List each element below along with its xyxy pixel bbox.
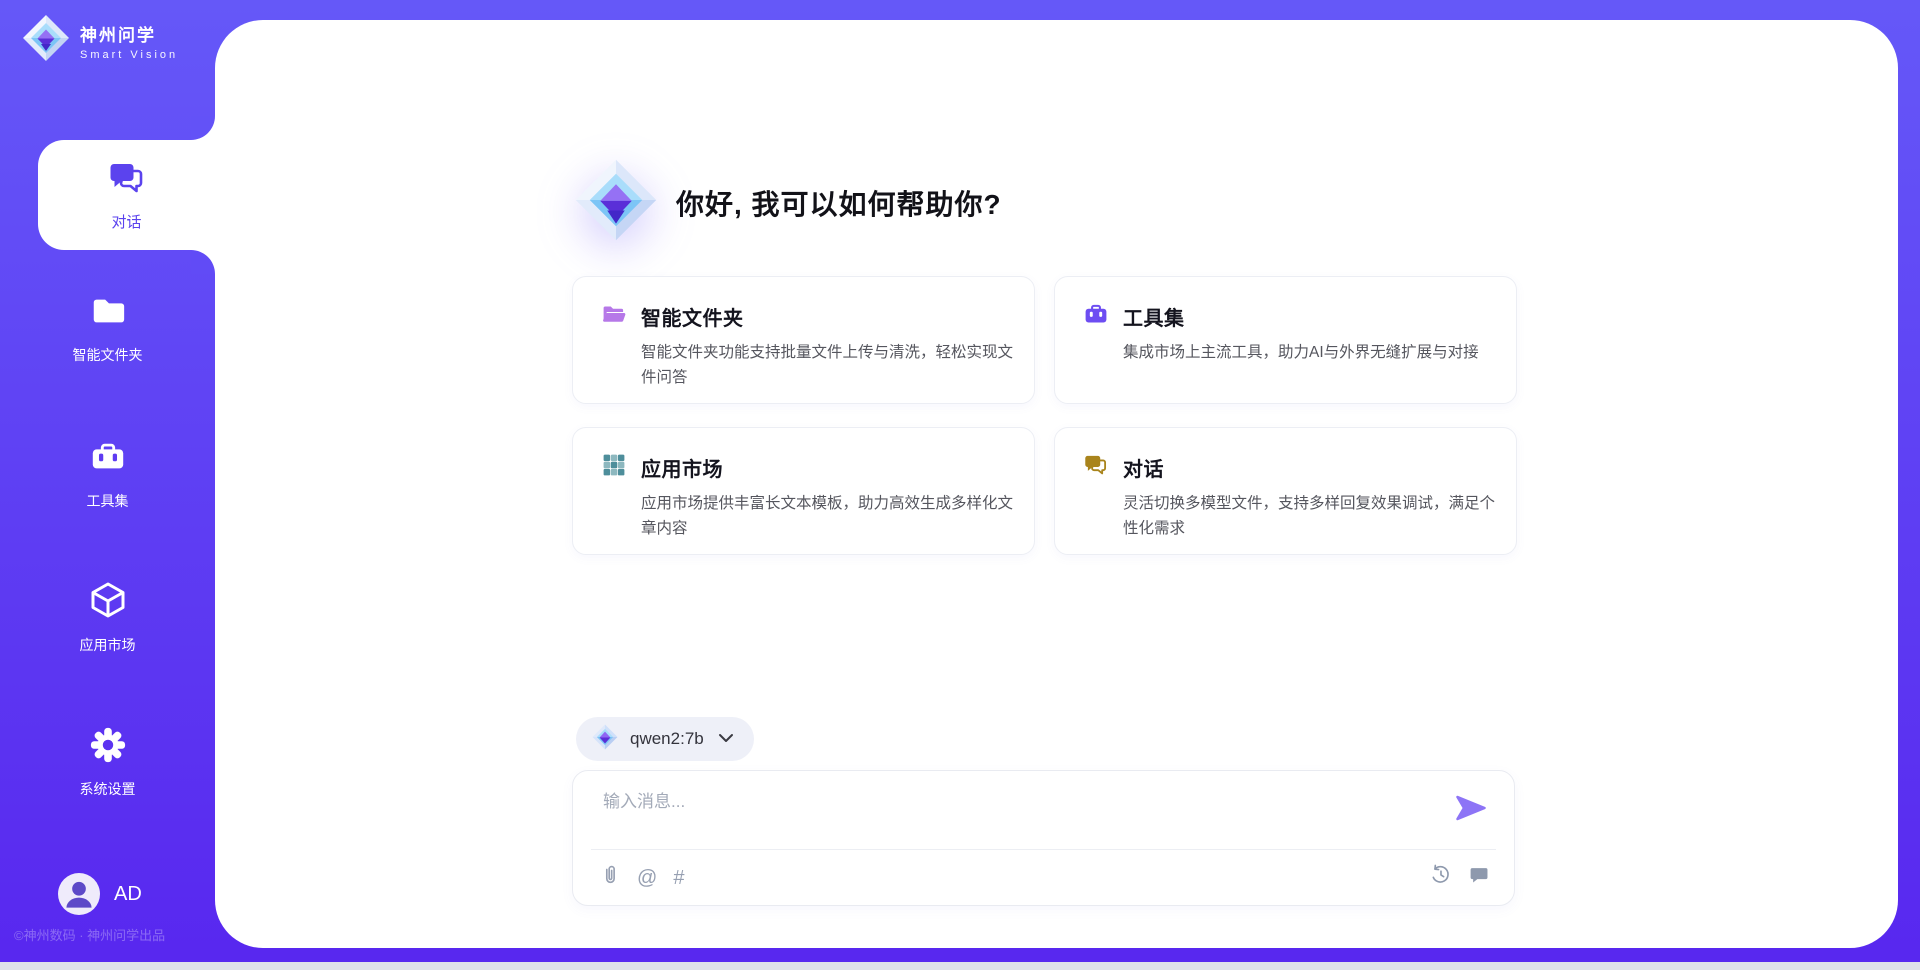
brand-text: 神州问学 Smart Vision — [80, 21, 178, 61]
page-bottom-edge — [0, 962, 1920, 970]
gear-icon — [89, 726, 127, 769]
card-app-market[interactable]: 应用市场 应用市场提供丰富长文本模板，助力高效生成多样化文章内容 — [572, 427, 1035, 555]
app-root: 神州问学 Smart Vision 对话 智能文件夹 — [0, 0, 1920, 970]
tab-curve-top — [191, 116, 215, 140]
user-account[interactable]: AD — [58, 873, 142, 915]
sidebar: 神州问学 Smart Vision 对话 智能文件夹 — [0, 0, 215, 970]
card-description: 集成市场上主流工具，助力AI与外界无缝扩展与对接 — [1123, 340, 1501, 365]
card-description: 灵活切换多模型文件，支持多样回复效果调试，满足个性化需求 — [1123, 491, 1501, 541]
chat-bubbles-icon — [1083, 452, 1109, 483]
chat-history-icon[interactable] — [1468, 864, 1490, 891]
greeting-block: 你好, 我可以如何帮助你? — [574, 158, 1002, 247]
sidebar-item-smart-folder[interactable]: 智能文件夹 — [0, 292, 215, 365]
at-icon[interactable]: @ — [637, 867, 657, 889]
attachment-icon[interactable] — [599, 863, 621, 892]
folder-open-icon — [601, 301, 627, 332]
sidebar-item-label: 工具集 — [87, 491, 129, 511]
greeting-title: 你好, 我可以如何帮助你? — [676, 183, 1002, 223]
sidebar-item-label: 对话 — [111, 211, 141, 232]
sidebar-item-label: 应用市场 — [80, 635, 136, 655]
card-chat[interactable]: 对话 灵活切换多模型文件，支持多样回复效果调试，满足个性化需求 — [1054, 427, 1517, 555]
sidebar-item-toolset[interactable]: 工具集 — [0, 438, 215, 511]
brand-logo: 神州问学 Smart Vision — [22, 14, 178, 67]
card-smart-folder[interactable]: 智能文件夹 智能文件夹功能支持批量文件上传与清洗，轻松实现文件问答 — [572, 276, 1035, 404]
card-title: 应用市场 — [641, 453, 723, 482]
chevron-down-icon — [718, 730, 734, 748]
brand-diamond-icon — [22, 14, 70, 67]
card-title: 智能文件夹 — [641, 302, 744, 331]
briefcase-icon — [1083, 301, 1109, 332]
user-name: AD — [114, 883, 142, 906]
card-description: 智能文件夹功能支持批量文件上传与清洗，轻松实现文件问答 — [641, 340, 1019, 390]
user-avatar[interactable] — [58, 873, 100, 915]
folder-icon — [89, 292, 127, 335]
card-description: 应用市场提供丰富长文本模板，助力高效生成多样化文章内容 — [641, 491, 1019, 541]
copyright-text: ©神州数码 · 神州问学出品 — [14, 925, 165, 944]
chat-input-box[interactable]: 输入消息... @ # — [572, 770, 1515, 906]
cube-icon — [88, 580, 128, 625]
input-divider — [591, 849, 1496, 850]
sidebar-item-label: 系统设置 — [80, 779, 136, 799]
message-input[interactable]: 输入消息... — [603, 787, 685, 812]
card-title: 工具集 — [1123, 302, 1185, 331]
feature-cards: 智能文件夹 智能文件夹功能支持批量文件上传与清洗，轻松实现文件问答 工具集 — [572, 276, 1735, 555]
briefcase-icon — [89, 438, 127, 481]
card-toolset[interactable]: 工具集 集成市场上主流工具，助力AI与外界无缝扩展与对接 — [1054, 276, 1517, 404]
card-title: 对话 — [1123, 453, 1164, 482]
brand-name-zh: 神州问学 — [80, 21, 178, 46]
send-icon[interactable] — [1456, 795, 1486, 826]
chat-bubbles-icon — [107, 158, 147, 203]
tab-curve-bottom — [191, 250, 215, 274]
brand-diamond-icon — [592, 724, 618, 755]
brand-name-en: Smart Vision — [80, 49, 178, 61]
brand-diamond-icon — [574, 158, 658, 247]
model-name: qwen2:7b — [630, 729, 704, 749]
sidebar-item-label: 智能文件夹 — [73, 345, 143, 365]
main-panel: 你好, 我可以如何帮助你? 智能文件夹 智能文件夹功能支持批量文件上传与清洗，轻… — [215, 20, 1898, 948]
sidebar-item-settings[interactable]: 系统设置 — [0, 726, 215, 799]
hash-icon[interactable]: # — [673, 867, 684, 889]
model-selector[interactable]: qwen2:7b — [576, 717, 754, 761]
grid-icon — [601, 452, 627, 483]
sidebar-item-app-market[interactable]: 应用市场 — [0, 580, 215, 655]
history-icon[interactable] — [1429, 863, 1452, 891]
sidebar-item-chat[interactable]: 对话 — [38, 140, 215, 250]
